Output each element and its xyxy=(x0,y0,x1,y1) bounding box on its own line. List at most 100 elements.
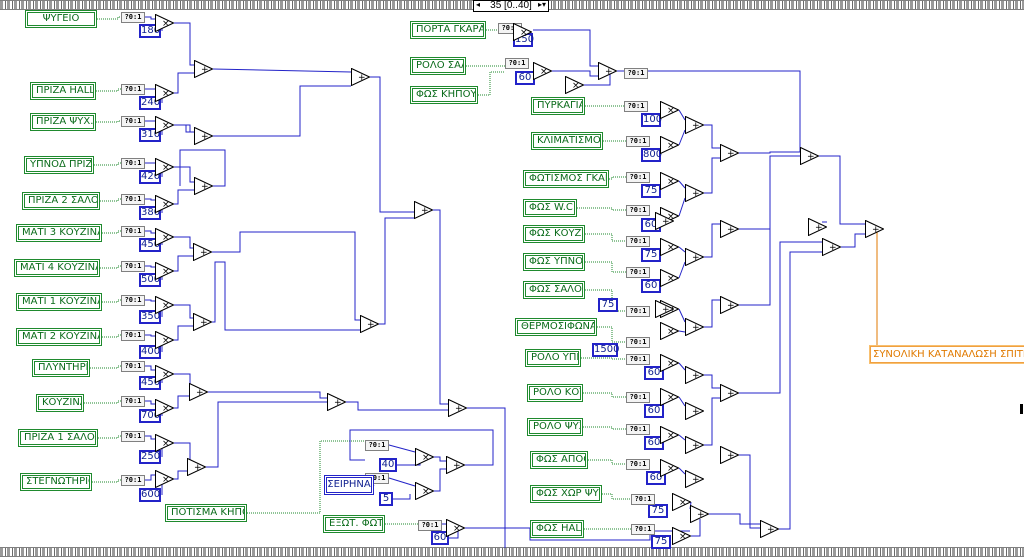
add-function[interactable]: + xyxy=(690,505,709,523)
multiply-function[interactable]: × xyxy=(415,482,434,500)
add-function[interactable]: + xyxy=(720,446,739,464)
multiply-function[interactable]: × xyxy=(155,434,174,452)
add-function[interactable]: + xyxy=(193,313,212,331)
boolean-control[interactable]: ΠΡΙΖΑ ΨΥΧ. xyxy=(30,113,96,131)
boolean-control[interactable]: ΚΟΥΖΙΝΑ xyxy=(36,394,84,412)
multiply-function[interactable]: × xyxy=(155,296,174,314)
add-function[interactable]: + xyxy=(194,60,213,78)
multiply-function[interactable]: × xyxy=(672,527,691,545)
boolean-control[interactable]: ΦΩΣ HALL xyxy=(530,520,584,538)
boolean-control[interactable]: ΠΡΙΖΑ HALL xyxy=(30,82,96,100)
multiply-function[interactable]: × xyxy=(415,448,434,466)
numeric-constant[interactable]: 60 xyxy=(641,279,661,293)
multiply-function[interactable]: × xyxy=(660,136,679,154)
add-function[interactable]: + xyxy=(187,458,206,476)
multiply-function[interactable]: × xyxy=(660,388,679,406)
outdoor-lights-control[interactable]: ΕΞΩΤ. ΦΩΤ. xyxy=(323,515,385,533)
garden-watering-control[interactable]: ΠΟΤΙΣΜΑ ΚΗΠΟΥ xyxy=(165,504,247,522)
multiply-function[interactable]: × xyxy=(155,14,174,32)
multiply-function[interactable]: × xyxy=(155,470,174,488)
add-function[interactable]: + xyxy=(685,184,704,202)
add-function[interactable]: + xyxy=(327,393,346,411)
add-function[interactable]: + xyxy=(189,383,208,401)
add-function[interactable]: + xyxy=(685,248,704,266)
boolean-control[interactable]: ΦΩΣ ΚΗΠΟΥ 3 xyxy=(410,86,478,104)
multiply-function[interactable]: × xyxy=(660,238,679,256)
multiply-function[interactable]: × xyxy=(660,172,679,190)
boolean-control[interactable]: ΡΟΛΟ ΚΟΥΖ xyxy=(527,384,583,402)
add-function[interactable]: + xyxy=(351,68,370,86)
boolean-control[interactable]: ΘΕΡΜΟΣΙΦΩΝΑΣ xyxy=(515,318,597,336)
boolean-control[interactable]: ΨΥΓΕΙΟ xyxy=(25,10,97,28)
add-function[interactable]: + xyxy=(808,218,827,236)
add-function[interactable]: + xyxy=(655,300,674,318)
numeric-constant[interactable]: 5 xyxy=(379,492,393,506)
multiply-function[interactable]: × xyxy=(155,195,174,213)
numeric-constant[interactable]: 75 xyxy=(651,535,671,549)
add-function[interactable]: + xyxy=(720,220,739,238)
boolean-control[interactable]: ΦΩΤΙΣΜΟΣ ΓΚΑΡΑΖ xyxy=(523,170,609,188)
multiply-function[interactable]: × xyxy=(660,354,679,372)
multiply-function[interactable]: × xyxy=(155,116,174,134)
add-function[interactable]: + xyxy=(685,318,704,336)
boolean-control[interactable]: ΜΑΤΙ 2 ΚΟΥΖΙΝΑΣ xyxy=(16,328,102,346)
multiply-function[interactable]: × xyxy=(446,519,465,537)
multiply-function[interactable]: × xyxy=(660,459,679,477)
multiply-function[interactable]: × xyxy=(660,269,679,287)
numeric-constant[interactable]: 60 xyxy=(515,71,535,85)
boolean-control[interactable]: ΡΟΛΟ ΣΑΛ xyxy=(410,57,466,75)
boolean-control[interactable]: ΚΛΙΜΑΤΙΣΜΟΣ xyxy=(531,132,603,150)
boolean-control[interactable]: ΦΩΣ ΑΠΟΘ. xyxy=(530,451,588,469)
add-function[interactable]: + xyxy=(194,127,213,145)
multiply-function[interactable]: × xyxy=(660,426,679,444)
add-function[interactable]: + xyxy=(598,62,617,80)
boolean-control[interactable]: ΠΡΙΖΑ 2 ΣΑΛΟΝΙ xyxy=(22,192,100,210)
multiply-function[interactable]: × xyxy=(155,399,174,417)
multiply-function[interactable]: × xyxy=(155,365,174,383)
boolean-control[interactable]: ΜΑΤΙ 4 ΚΟΥΖΙΝΑΣ xyxy=(14,259,100,277)
numeric-constant[interactable]: 75 xyxy=(641,248,661,262)
multiply-function[interactable]: × xyxy=(155,228,174,246)
add-function[interactable]: + xyxy=(865,220,884,238)
boolean-control[interactable]: ΦΩΣ ΥΠΝΟΔ. xyxy=(523,253,585,271)
numeric-constant[interactable]: 60 xyxy=(644,404,664,418)
add-function[interactable]: + xyxy=(685,366,704,384)
numeric-constant[interactable]: 75 xyxy=(641,184,661,198)
numeric-constant[interactable]: 100 xyxy=(641,113,662,127)
multiply-function[interactable]: × xyxy=(533,62,552,80)
boolean-control[interactable]: ΜΑΤΙ 3 ΚΟΥΖΙΝΑΣ xyxy=(16,224,102,242)
add-function[interactable]: + xyxy=(760,520,779,538)
add-function[interactable]: + xyxy=(446,456,465,474)
add-function[interactable]: + xyxy=(800,147,819,165)
boolean-control[interactable]: ΦΩΣ ΧΩΡ ΨΥΧ. xyxy=(530,485,602,503)
numeric-constant[interactable]: 250 xyxy=(139,450,161,464)
boolean-control[interactable]: ΦΩΣ W.C xyxy=(523,199,577,217)
multiply-function[interactable]: × xyxy=(513,23,532,41)
multiply-function[interactable]: × xyxy=(155,84,174,102)
add-function[interactable]: + xyxy=(685,470,704,488)
numeric-constant[interactable]: 600 xyxy=(139,488,161,502)
boolean-control[interactable]: ΠΥΡΚΑΓΙΑ xyxy=(531,97,585,115)
boolean-control[interactable]: ΠΟΡΤΑ ΓΚΑΡΑΖ xyxy=(410,21,486,39)
boolean-control[interactable]: ΦΩΣ ΣΑΛΟΝΙ xyxy=(523,281,585,299)
numeric-constant[interactable]: 800 xyxy=(641,148,662,162)
multiply-function[interactable]: × xyxy=(660,101,679,119)
add-function[interactable]: + xyxy=(720,296,739,314)
boolean-control[interactable]: ΠΛΥΝΤΗΡΙΟ xyxy=(32,359,90,377)
add-function[interactable]: + xyxy=(685,116,704,134)
add-function[interactable]: + xyxy=(822,238,841,256)
add-function[interactable]: + xyxy=(414,201,433,219)
add-function[interactable]: + xyxy=(655,212,674,230)
multiply-function[interactable]: × xyxy=(565,76,584,94)
add-function[interactable]: + xyxy=(360,315,379,333)
total-consumption-indicator[interactable]: ΣΥΝΟΛΙΚΗ ΚΑΤΑΝΑΛΩΣΗ ΣΠΙΤΙΟΥ xyxy=(869,345,1024,364)
multiply-function[interactable]: × xyxy=(155,158,174,176)
add-function[interactable]: + xyxy=(448,399,467,417)
add-function[interactable]: + xyxy=(720,384,739,402)
numeric-constant[interactable]: 1500 xyxy=(592,343,619,357)
siren-indicator[interactable]: ΣΕΙΡΗΝΑ xyxy=(324,475,374,495)
multiply-function[interactable]: × xyxy=(155,331,174,349)
boolean-control[interactable]: ΜΑΤΙ 1 ΚΟΥΖΙΝΑΣ xyxy=(16,293,102,311)
multiply-function[interactable]: × xyxy=(672,493,691,511)
numeric-constant[interactable]: 40 xyxy=(379,458,397,472)
